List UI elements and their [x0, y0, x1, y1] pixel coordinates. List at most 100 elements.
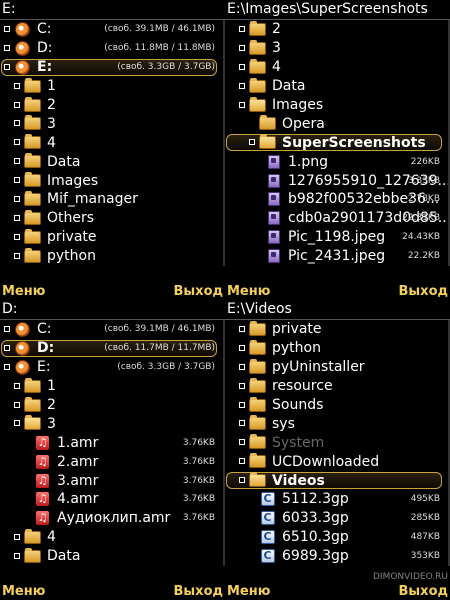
- tree-row[interactable]: private: [225, 320, 450, 339]
- tree-row[interactable]: b982f00532ebbe36... 2.78KB: [225, 190, 450, 209]
- tree-row[interactable]: 2: [0, 396, 225, 415]
- tree-row[interactable]: ♫ 3.amr 3.76KB: [0, 471, 225, 490]
- item-name: private: [272, 321, 322, 338]
- tree-row[interactable]: C 5112.3gp 495KB: [225, 490, 450, 509]
- menu-softkey[interactable]: Меню: [227, 584, 270, 599]
- tree-row[interactable]: python: [0, 247, 225, 266]
- selected-tree-row[interactable]: Videos: [225, 471, 450, 490]
- expand-toggle-icon[interactable]: [14, 120, 20, 127]
- expand-toggle-icon[interactable]: [4, 26, 10, 32]
- expand-toggle-icon[interactable]: [14, 552, 20, 559]
- expand-toggle-icon[interactable]: [14, 382, 20, 389]
- tree-row[interactable]: Others: [0, 209, 225, 228]
- expand-toggle-icon[interactable]: [14, 101, 20, 108]
- exit-softkey[interactable]: Выход: [174, 284, 223, 299]
- expand-toggle-icon[interactable]: [239, 439, 245, 446]
- tree-row[interactable]: Pic_1198.jpeg 24.43KB: [225, 228, 450, 247]
- expand-toggle-icon[interactable]: [14, 177, 20, 184]
- tree-row[interactable]: ♫ Аудиоклип.amr 3.76KB: [0, 509, 225, 528]
- folder-icon: [259, 115, 276, 131]
- tree-row[interactable]: C 6989.3gp 353KB: [225, 547, 450, 566]
- tree-row[interactable]: C: (своб. 39.1MB / 46.1MB): [0, 20, 225, 39]
- tree-row[interactable]: 3: [225, 39, 450, 58]
- tree-row[interactable]: 1.png 226KB: [225, 152, 450, 171]
- tree-row[interactable]: Data: [225, 77, 450, 96]
- expand-toggle-icon[interactable]: [4, 44, 10, 51]
- menu-softkey[interactable]: Меню: [2, 584, 45, 599]
- expand-toggle-icon[interactable]: [239, 458, 245, 465]
- expand-toggle-icon[interactable]: [14, 420, 20, 427]
- tree-row[interactable]: Data: [0, 152, 225, 171]
- tree-row[interactable]: D: (своб. 11.8MB / 11.8MB): [0, 39, 225, 58]
- expand-toggle-icon[interactable]: [14, 82, 20, 89]
- tree-row[interactable]: resource: [225, 377, 450, 396]
- selected-tree-row[interactable]: SuperScreenshots: [225, 133, 450, 152]
- selected-tree-row[interactable]: D: (своб. 11.7MB / 11.7MB): [0, 339, 225, 358]
- tree-row[interactable]: 1: [0, 77, 225, 96]
- expand-toggle-icon[interactable]: [4, 344, 10, 351]
- selected-tree-row[interactable]: E: (своб. 3.3GB / 3.7GB): [0, 58, 225, 77]
- tree-row[interactable]: E: (своб. 3.3GB / 3.7GB): [0, 358, 225, 377]
- folder-icon: [249, 396, 266, 412]
- expand-toggle-icon[interactable]: [14, 158, 20, 165]
- tree-row[interactable]: Images: [0, 171, 225, 190]
- tree-row[interactable]: C: (своб. 39.1MB / 46.1MB): [0, 320, 225, 339]
- tree-row[interactable]: ♫ 4.amr 3.76KB: [0, 490, 225, 509]
- tree-row[interactable]: UCDownloaded: [225, 452, 450, 471]
- exit-softkey[interactable]: Выход: [174, 584, 223, 599]
- tree-row[interactable]: sys: [225, 414, 450, 433]
- expand-toggle-icon[interactable]: [4, 63, 10, 70]
- expand-toggle-icon[interactable]: [239, 44, 245, 51]
- expand-toggle-icon[interactable]: [239, 82, 245, 89]
- expand-toggle-icon[interactable]: [14, 252, 20, 259]
- expand-toggle-icon[interactable]: [239, 63, 245, 70]
- tree-row[interactable]: Data: [0, 547, 225, 566]
- expand-toggle-icon[interactable]: [239, 344, 245, 351]
- expand-toggle-icon[interactable]: [239, 101, 245, 108]
- tree-row[interactable]: 4: [0, 133, 225, 152]
- folder-icon: [249, 434, 266, 450]
- menu-softkey[interactable]: Меню: [227, 284, 270, 299]
- expand-toggle-icon[interactable]: [4, 326, 10, 332]
- expand-toggle-icon[interactable]: [239, 26, 245, 32]
- tree-row[interactable]: C 6510.3gp 487KB: [225, 528, 450, 547]
- menu-softkey[interactable]: Меню: [2, 284, 45, 299]
- tree-row[interactable]: 4: [0, 528, 225, 547]
- tree-row[interactable]: python: [225, 339, 450, 358]
- expand-toggle-icon[interactable]: [14, 214, 20, 221]
- expand-toggle-icon[interactable]: [14, 533, 20, 540]
- tree-row[interactable]: 2: [225, 20, 450, 39]
- tree-row[interactable]: Opera: [225, 114, 450, 133]
- exit-softkey[interactable]: Выход: [399, 284, 448, 299]
- expand-toggle-icon[interactable]: [239, 363, 245, 370]
- exit-softkey[interactable]: Выход: [399, 584, 448, 599]
- expand-toggle-icon[interactable]: [239, 420, 245, 427]
- tree-row[interactable]: Pic_2431.jpeg 22.2KB: [225, 247, 450, 266]
- expand-toggle-icon[interactable]: [239, 382, 245, 389]
- tree-row[interactable]: 2: [0, 96, 225, 115]
- tree-row[interactable]: ♫ 2.amr 3.76KB: [0, 452, 225, 471]
- tree-row[interactable]: 1: [0, 377, 225, 396]
- tree-row[interactable]: Mif_manager: [0, 190, 225, 209]
- tree-row[interactable]: Images: [225, 96, 450, 115]
- tree-row[interactable]: C 6033.3gp 285KB: [225, 509, 450, 528]
- tree-row[interactable]: ♫ 1.amr 3.76KB: [0, 433, 225, 452]
- tree-row[interactable]: 1276955910_127639... 3.33KB: [225, 171, 450, 190]
- tree-row[interactable]: pyUninstaller: [225, 358, 450, 377]
- expand-toggle-icon[interactable]: [239, 477, 245, 484]
- expand-toggle-icon[interactable]: [14, 401, 20, 408]
- expand-toggle-icon[interactable]: [239, 326, 245, 332]
- tree-row[interactable]: 4: [225, 58, 450, 77]
- tree-row[interactable]: private: [0, 228, 225, 247]
- expand-toggle-icon[interactable]: [239, 401, 245, 408]
- tree-row[interactable]: System: [225, 433, 450, 452]
- tree-row[interactable]: 3: [0, 414, 225, 433]
- tree-row[interactable]: cdb0a2901173d0d85... 22.31KB: [225, 209, 450, 228]
- expand-toggle-icon[interactable]: [14, 196, 20, 203]
- tree-row[interactable]: 3: [0, 114, 225, 133]
- expand-toggle-icon[interactable]: [14, 139, 20, 146]
- expand-toggle-icon[interactable]: [249, 139, 255, 146]
- tree-row[interactable]: Sounds: [225, 396, 450, 415]
- expand-toggle-icon[interactable]: [14, 233, 20, 240]
- expand-toggle-icon[interactable]: [4, 363, 10, 370]
